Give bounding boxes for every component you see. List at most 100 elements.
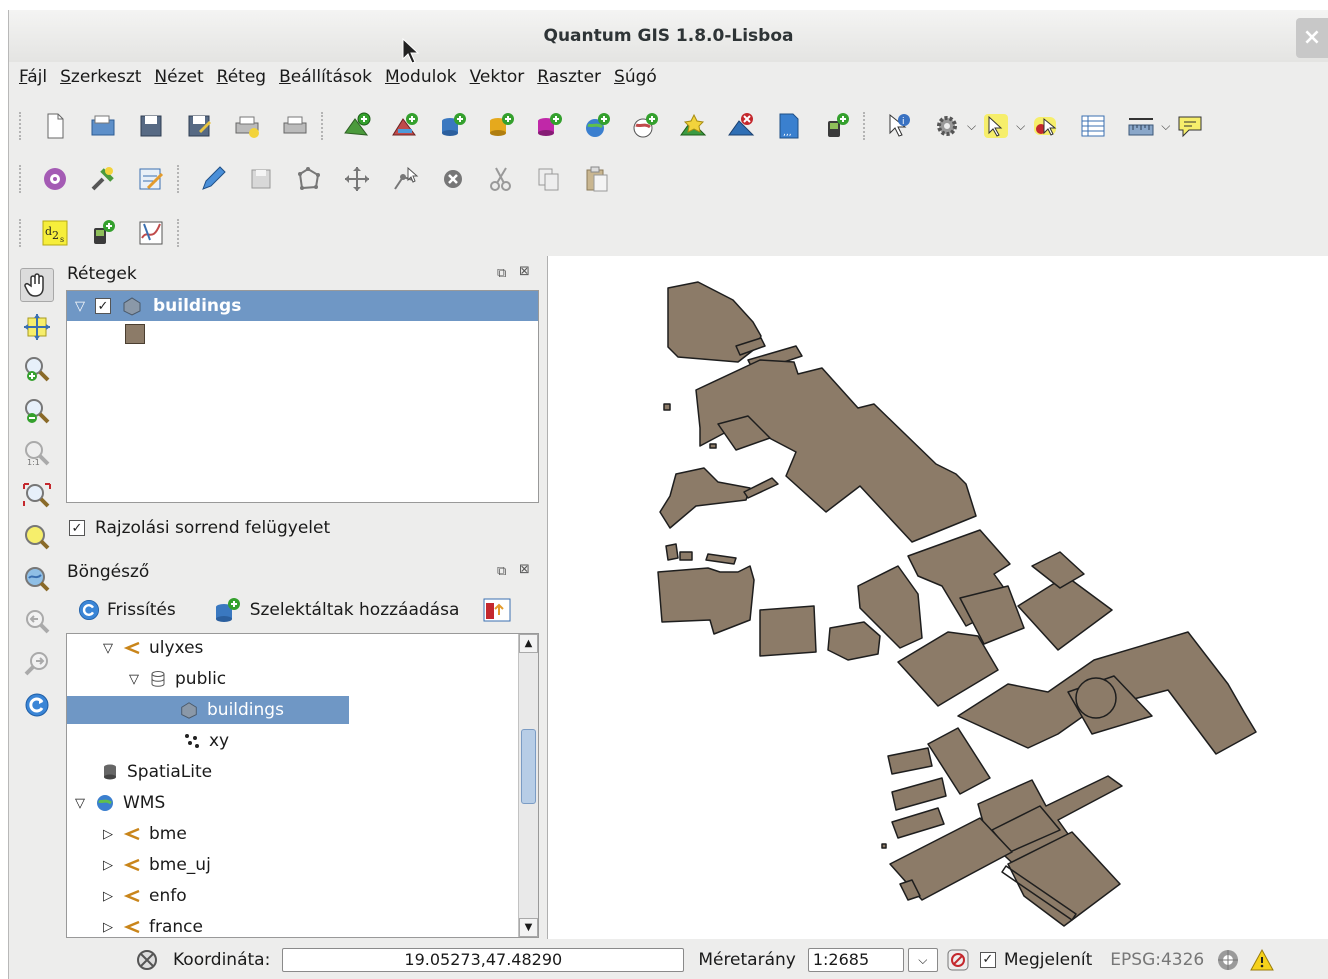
chevron-down-icon[interactable]: ⌵	[907, 947, 938, 972]
coordinate-toggle-icon[interactable]	[135, 948, 159, 972]
expand-triangle-icon[interactable]: ▷	[103, 858, 113, 873]
open-attribute-table-icon[interactable]	[1076, 109, 1110, 143]
toolbar-grip[interactable]	[321, 112, 327, 140]
tree-item-bme-uj[interactable]: ▷ bme_uj	[103, 851, 211, 879]
menu-plugins[interactable]: Modulok	[385, 67, 457, 87]
collapse-all-icon[interactable]	[483, 597, 511, 623]
refresh-button[interactable]: Frissítés	[77, 598, 176, 622]
stop-render-icon[interactable]	[946, 948, 970, 972]
menu-view[interactable]: Nézet	[154, 67, 203, 87]
collapse-triangle-icon[interactable]: ▽	[75, 796, 85, 811]
toolbar-grip[interactable]	[177, 165, 183, 193]
pan-hand-icon[interactable]	[20, 268, 54, 302]
tree-item-public[interactable]: ▽ public	[129, 665, 226, 693]
add-vector-layer-icon[interactable]	[340, 109, 374, 143]
identify-features-icon[interactable]: i	[882, 109, 916, 143]
toolbar-grip[interactable]	[19, 165, 25, 193]
layer-visibility-checkbox[interactable]: ✓	[95, 298, 111, 314]
map-tips-icon[interactable]	[1173, 109, 1207, 143]
toolbar-grip[interactable]	[19, 112, 25, 140]
chevron-down-icon[interactable]: ⌵	[967, 119, 976, 134]
print-composer-new-icon[interactable]	[230, 109, 264, 143]
chevron-down-icon[interactable]: ⌵	[1161, 119, 1170, 134]
menu-edit[interactable]: Szerkeszt	[60, 67, 141, 87]
node-tool-icon[interactable]	[388, 162, 422, 196]
layer-row-buildings[interactable]: ▽ ✓ buildings	[67, 291, 538, 321]
tree-item-france[interactable]: ▷ france	[103, 913, 203, 937]
add-gps-layer-icon[interactable]	[820, 109, 854, 143]
refresh-icon[interactable]	[20, 688, 54, 722]
new-shapefile-layer-icon[interactable]	[676, 109, 710, 143]
close-panel-icon[interactable]: ⊠	[519, 562, 530, 577]
scroll-thumb[interactable]	[521, 729, 536, 804]
gps-tools-icon[interactable]	[86, 216, 120, 250]
scroll-down-icon[interactable]: ▼	[519, 918, 538, 937]
expand-triangle-icon[interactable]: ▷	[103, 827, 113, 842]
copy-features-icon[interactable]	[532, 162, 566, 196]
expand-triangle-icon[interactable]: ▷	[103, 920, 113, 935]
save-as-icon[interactable]	[182, 109, 216, 143]
menu-help[interactable]: Súgó	[614, 67, 657, 87]
float-panel-icon[interactable]: ⧉	[497, 564, 506, 579]
collapse-triangle-icon[interactable]: ▽	[103, 641, 113, 656]
draw-order-checkbox[interactable]: ✓	[69, 520, 85, 536]
menu-layer[interactable]: Réteg	[217, 67, 266, 87]
browser-scrollbar[interactable]: ▲ ▼	[518, 634, 538, 937]
collapse-triangle-icon[interactable]: ▽	[129, 672, 139, 687]
add-wfs-layer-icon[interactable]	[628, 109, 662, 143]
tree-item-enfo[interactable]: ▷ enfo	[103, 882, 187, 910]
pan-to-selection-icon[interactable]	[20, 310, 54, 344]
zoom-to-selection-icon[interactable]	[20, 520, 54, 554]
collapse-triangle-icon[interactable]: ▽	[75, 299, 85, 314]
zoom-actual-size-icon[interactable]: 1:1	[20, 436, 54, 470]
open-project-icon[interactable]	[86, 109, 120, 143]
browser-tree[interactable]: ▽ ulyxes ▽ public buildings xy SpatiaLit…	[66, 633, 539, 938]
float-panel-icon[interactable]: ⧉	[497, 266, 506, 281]
print-composer-icon[interactable]	[278, 109, 312, 143]
menu-vector[interactable]: Vektor	[470, 67, 525, 87]
zoom-last-icon[interactable]	[20, 604, 54, 638]
zoom-out-icon[interactable]	[20, 394, 54, 428]
draw-order-control[interactable]: ✓ Rajzolási sorrend felügyelet	[69, 518, 330, 538]
menu-raster[interactable]: Raszter	[537, 67, 601, 87]
close-panel-icon[interactable]: ⊠	[519, 264, 530, 279]
tree-item-spatialite[interactable]: SpatiaLite	[101, 758, 212, 786]
select-features-icon[interactable]	[979, 109, 1013, 143]
add-mssql-layer-icon[interactable]	[532, 109, 566, 143]
paste-features-icon[interactable]	[580, 162, 614, 196]
move-feature-icon[interactable]	[340, 162, 374, 196]
tree-item-bme[interactable]: ▷ bme	[103, 820, 187, 848]
add-delimited-text-icon[interactable]: ,,,	[772, 109, 806, 143]
new-project-icon[interactable]	[38, 109, 72, 143]
deselect-features-icon[interactable]	[1028, 109, 1062, 143]
delete-selected-icon[interactable]	[436, 162, 470, 196]
toolbar-grip[interactable]	[863, 112, 869, 140]
tree-item-buildings[interactable]: buildings	[67, 696, 349, 724]
add-feature-polygon-icon[interactable]	[292, 162, 326, 196]
toolbar-grip[interactable]	[177, 219, 183, 247]
menu-file[interactable]: Fájl	[19, 67, 47, 87]
tree-item-wms[interactable]: ▽ WMS	[75, 789, 165, 817]
close-button[interactable]: ×	[1296, 18, 1328, 58]
crs-status[interactable]: EPSG:4326	[1110, 950, 1204, 970]
tree-item-ulyxes[interactable]: ▽ ulyxes	[103, 634, 203, 662]
zoom-in-icon[interactable]	[20, 352, 54, 386]
plugin-manager-icon[interactable]	[86, 162, 120, 196]
coordinate-field[interactable]: 19.05273,47.48290	[282, 947, 685, 972]
zoom-next-icon[interactable]	[20, 646, 54, 680]
add-spatialite-layer-icon[interactable]	[484, 109, 518, 143]
layers-list[interactable]: ▽ ✓ buildings	[66, 290, 539, 503]
remove-layer-icon[interactable]	[724, 109, 758, 143]
zoom-to-layer-icon[interactable]	[20, 562, 54, 596]
save-project-icon[interactable]	[134, 109, 168, 143]
tree-item-xy[interactable]: xy	[183, 727, 229, 755]
menu-settings[interactable]: Beállítások	[279, 67, 372, 87]
add-selected-button[interactable]: Szelektáltak hozzáadása	[212, 595, 459, 625]
georeferencer-icon[interactable]	[134, 216, 168, 250]
warning-icon[interactable]	[1250, 948, 1275, 972]
chevron-down-icon[interactable]: ⌵	[1016, 119, 1025, 134]
style-manager-icon[interactable]	[38, 162, 72, 196]
scale-combobox[interactable]: 1:2685	[807, 947, 904, 972]
toggle-editing-pencil-icon[interactable]	[196, 162, 230, 196]
add-wms-layer-icon[interactable]	[580, 109, 614, 143]
